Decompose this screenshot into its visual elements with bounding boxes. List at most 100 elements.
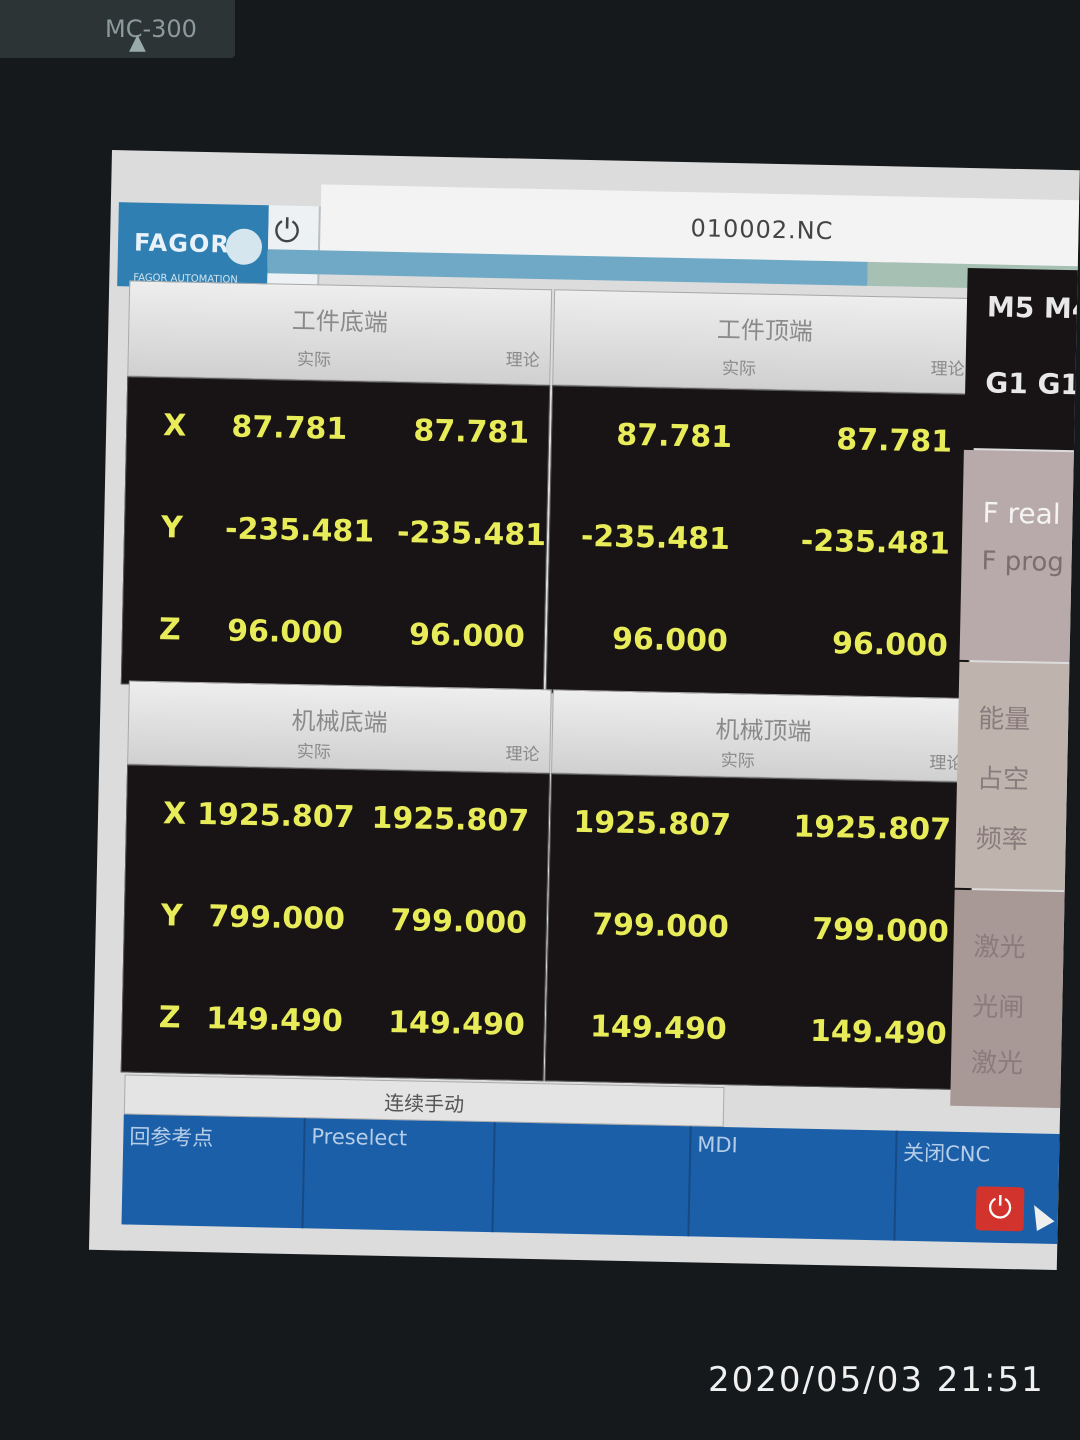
softkey-home[interactable]: 回参考点 [121, 1114, 306, 1229]
panel-header: 机械底端 实际 理论 [127, 680, 552, 774]
actual-label: 实际 [296, 742, 332, 763]
theoretical-label: 理论 [930, 359, 965, 380]
axis-row-y: Y 799.000 799.000 [125, 897, 547, 946]
theoretical-label: 理论 [505, 744, 540, 766]
theoretical-label: 理论 [505, 350, 540, 372]
axis-row-x: X 87.781 87.781 [127, 407, 549, 456]
softkey-label: MDI [697, 1132, 739, 1158]
actual-value: 149.490 [589, 1009, 728, 1048]
theoretical-value: -235.481 [800, 523, 951, 562]
panel-title: 机械底端 [291, 706, 388, 737]
power-icon: ⏻ [975, 1186, 1025, 1232]
actual-value: 799.000 [207, 899, 346, 938]
panel-workpiece-bottom: 工件底端 实际 理论 X 87.781 87.781 Y -235.481 -2… [120, 280, 553, 694]
axis-label: Y [160, 510, 184, 546]
axis-row-y: -235.481 -235.481 [550, 518, 972, 567]
fagor-logo: FAGOR FAGOR AUTOMATION [117, 202, 269, 290]
actual-value: 799.000 [591, 907, 730, 946]
g-codes: G1 G1 [984, 366, 1080, 402]
softkey-label: Preselect [311, 1124, 408, 1151]
actual-value: 149.490 [205, 1001, 344, 1040]
panel-title: 工件底端 [291, 306, 389, 337]
actual-value: 87.781 [615, 417, 733, 456]
theoretical-value: -235.481 [396, 515, 547, 554]
program-name: 010002.NC [690, 214, 834, 246]
axis-row-y: Y -235.481 -235.481 [125, 509, 547, 558]
theoretical-value: 799.000 [389, 903, 528, 941]
theoretical-value: 1925.807 [793, 809, 952, 848]
feed-prog-label: F prog [981, 546, 1065, 579]
axis-row-x: X 1925.807 1925.807 [127, 795, 549, 844]
actual-value: 96.000 [226, 613, 344, 651]
panel-header: 工件顶端 实际 理论 [552, 289, 978, 395]
panel-header: 机械顶端 实际 理论 [551, 689, 976, 783]
softkey-bar: 回参考点 Preselect MDI 关闭CNC ⏻ [121, 1114, 1060, 1245]
panel-values: 1925.807 1925.807 799.000 799.000 149.49… [544, 773, 974, 1091]
axis-row-x: 87.781 87.781 [552, 416, 974, 465]
actual-label: 实际 [721, 358, 757, 380]
photo-timestamp: 2020/05/03 21:51 [708, 1360, 1045, 1400]
panel-values: X 1925.807 1925.807 Y 799.000 799.000 Z … [120, 764, 551, 1082]
panel-workpiece-top: 工件顶端 实际 理论 87.781 87.781 -235.481 -235.4… [545, 289, 978, 703]
duty-label: 占空 [976, 764, 1030, 796]
actual-value: 96.000 [611, 621, 729, 660]
bezel-icon: ▲ [129, 30, 146, 55]
softkey-empty[interactable] [493, 1122, 692, 1237]
actual-value: 1925.807 [573, 804, 732, 844]
theoretical-value: 799.000 [811, 911, 950, 950]
theoretical-value: 1925.807 [371, 800, 530, 839]
axis-label: X [162, 796, 187, 832]
actual-value: -235.481 [580, 518, 731, 558]
axis-label: Y [160, 898, 184, 934]
softkey-label: 回参考点 [129, 1124, 214, 1151]
panel-header: 工件底端 实际 理论 [127, 280, 553, 386]
softkey-mdi[interactable]: MDI [689, 1126, 898, 1241]
theoretical-value: 87.781 [413, 413, 530, 451]
actual-label: 实际 [296, 349, 332, 371]
panel-machine-top: 机械顶端 实际 理论 1925.807 1925.807 799.000 799… [544, 689, 976, 1091]
axis-row-y: 799.000 799.000 [548, 906, 970, 955]
actual-value: 1925.807 [196, 796, 355, 836]
frequency-label: 频率 [975, 824, 1029, 856]
panel-title: 工件顶端 [716, 315, 814, 346]
power-icon: ⏻ [273, 211, 301, 250]
axis-row-z: 96.000 96.000 [547, 620, 969, 669]
panel-title: 机械顶端 [715, 715, 812, 746]
logo-text: FAGOR [133, 228, 231, 259]
header-power-button[interactable]: ⏻ ▪▪▪ [267, 205, 321, 291]
theoretical-value: 87.781 [835, 422, 953, 460]
feed-panel: F real F prog [959, 449, 1080, 663]
panel-values: X 87.781 87.781 Y -235.481 -235.481 Z 96… [120, 376, 551, 694]
axis-row-z: Z 96.000 96.000 [123, 611, 545, 660]
actual-value: -235.481 [224, 511, 375, 550]
softkey-label: 关闭CNC [902, 1140, 991, 1167]
m-codes: M5 M4 [986, 290, 1080, 326]
mouse-cursor-icon [1025, 1200, 1055, 1231]
actual-value: 87.781 [231, 409, 348, 447]
panel-values: 87.781 87.781 -235.481 -235.481 96.000 9… [545, 385, 976, 703]
theoretical-value: 149.490 [809, 1013, 948, 1052]
theoretical-value: 96.000 [408, 617, 526, 655]
axis-row-z: 149.490 149.490 [546, 1008, 968, 1057]
axis-row-x: 1925.807 1925.807 [551, 804, 973, 853]
panel-machine-bottom: 机械底端 实际 理论 X 1925.807 1925.807 Y 799.000… [120, 680, 552, 1082]
bezel-model-label: ▲ MC-300 [0, 0, 235, 58]
axis-label: Z [158, 1000, 181, 1036]
softkey-close-cnc[interactable]: 关闭CNC ⏻ [895, 1131, 1059, 1244]
laser-params-panel: 能量 占空 频率 [954, 661, 1080, 891]
theoretical-value: 149.490 [387, 1004, 526, 1043]
actual-label: 实际 [720, 750, 755, 772]
active-codes-panel: M5 M4 G1 G1 [963, 267, 1080, 451]
feed-real-label: F real [982, 496, 1061, 531]
shutter-label: 光闸 [971, 992, 1025, 1024]
theoretical-value: 96.000 [831, 626, 949, 664]
axis-label: Z [158, 612, 182, 648]
laser-extra-label: 激光 [970, 1048, 1024, 1080]
energy-label: 能量 [977, 704, 1031, 736]
globe-icon [225, 228, 263, 266]
cnc-screen: 010002.NC FAGOR FAGOR AUTOMATION ⏻ ▪▪▪ 工… [88, 150, 1080, 1271]
softkey-preselect[interactable]: Preselect [303, 1118, 496, 1233]
laser-label: 激光 [973, 932, 1026, 964]
axis-label: X [162, 408, 187, 444]
axis-row-z: Z 149.490 149.490 [122, 999, 544, 1048]
